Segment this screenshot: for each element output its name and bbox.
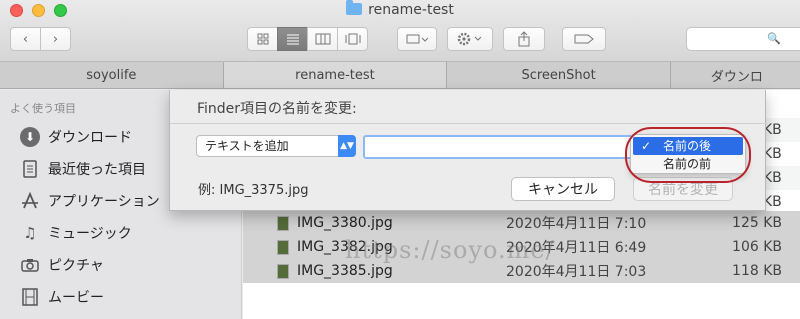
file-date: 2020年4月11日 7:03: [506, 264, 647, 280]
tags-button[interactable]: [562, 27, 606, 51]
tab-bar: soyolife rename-test ScreenShot ダウンロ: [0, 62, 800, 89]
window-title: rename-test: [0, 0, 800, 18]
folder-icon: [346, 0, 363, 15]
list-view-button[interactable]: [277, 27, 308, 51]
sidebar-item-pictures[interactable]: ピクチャ: [20, 252, 104, 278]
file-size: 125 KB: [732, 215, 782, 231]
rename-mode-popup[interactable]: テキストを追加 ▲▼: [196, 135, 356, 157]
sheet-title: Finder項目の名前を変更:: [197, 101, 357, 117]
example-filename: 例: IMG_3375.jpg: [198, 183, 309, 198]
sidebar-item-label: アプリケーション: [48, 194, 160, 210]
annotation-ring: [625, 127, 751, 183]
tab-downloads[interactable]: ダウンロ: [670, 62, 800, 88]
tab-screenshot[interactable]: ScreenShot: [447, 62, 671, 88]
cancel-button[interactable]: キャンセル: [511, 177, 615, 201]
movie-icon: [20, 287, 40, 307]
file-date: 2020年4月11日 7:10: [506, 216, 647, 232]
sidebar-item-recents[interactable]: 最近使った項目: [20, 156, 146, 182]
back-button[interactable]: ‹: [10, 27, 41, 51]
image-thumbnail-icon: [277, 240, 289, 255]
icon-view-button[interactable]: [247, 27, 278, 51]
file-size: 106 KB: [732, 239, 782, 255]
sidebar-item-label: ミュージック: [48, 226, 132, 242]
action-gear-button[interactable]: [447, 27, 493, 51]
applications-icon: [20, 191, 40, 211]
share-button[interactable]: [503, 27, 545, 51]
add-text-input[interactable]: [363, 135, 633, 159]
camera-icon: [20, 255, 40, 275]
divider: [170, 123, 767, 124]
group-by-button[interactable]: [397, 27, 437, 51]
chevron-updown-icon: ▲▼: [338, 135, 356, 157]
sidebar-item-downloads[interactable]: ⬇ ダウンロード: [20, 124, 132, 150]
sidebar-item-applications[interactable]: アプリケーション: [20, 188, 160, 214]
search-field[interactable]: 🔍: [686, 27, 800, 51]
recents-icon: [20, 159, 40, 179]
view-mode-segmented-control: [247, 27, 368, 51]
sidebar-item-music[interactable]: ♫ ミュージック: [20, 220, 132, 246]
sidebar-heading: よく使う項目: [10, 102, 76, 115]
file-name: IMG_3385.jpg: [297, 263, 393, 279]
sidebar-item-label: 最近使った項目: [48, 162, 146, 178]
tag-icon: [574, 34, 594, 44]
music-icon: ♫: [23, 224, 37, 242]
window-toolbar: rename-test ‹ › 🔍: [0, 0, 800, 62]
share-icon: [518, 31, 530, 47]
sidebar-item-label: ダウンロード: [48, 130, 132, 146]
column-view-button[interactable]: [307, 27, 338, 51]
gear-icon: [457, 32, 482, 46]
forward-button[interactable]: ›: [40, 27, 71, 51]
sidebar-item-label: ムービー: [48, 290, 104, 306]
tab-rename-test[interactable]: rename-test: [223, 62, 448, 88]
image-thumbnail-icon: [277, 216, 289, 231]
file-size: 118 KB: [732, 263, 782, 279]
sidebar-item-label: ピクチャ: [48, 258, 104, 274]
file-name: IMG_3380.jpg: [297, 215, 393, 231]
table-row[interactable]: IMG_3380.jpg 2020年4月11日 7:10 125 KB: [243, 211, 800, 235]
sidebar-item-movies[interactable]: ムービー: [20, 284, 104, 310]
watermark: https://soyo.me/: [345, 236, 555, 264]
download-icon: ⬇: [20, 127, 40, 147]
tab-soyolife[interactable]: soyolife: [0, 62, 224, 88]
search-icon: 🔍: [767, 32, 781, 45]
rename-mode-value: テキストを追加: [205, 139, 289, 153]
gallery-view-button[interactable]: [337, 27, 368, 51]
image-thumbnail-icon: [277, 264, 289, 279]
